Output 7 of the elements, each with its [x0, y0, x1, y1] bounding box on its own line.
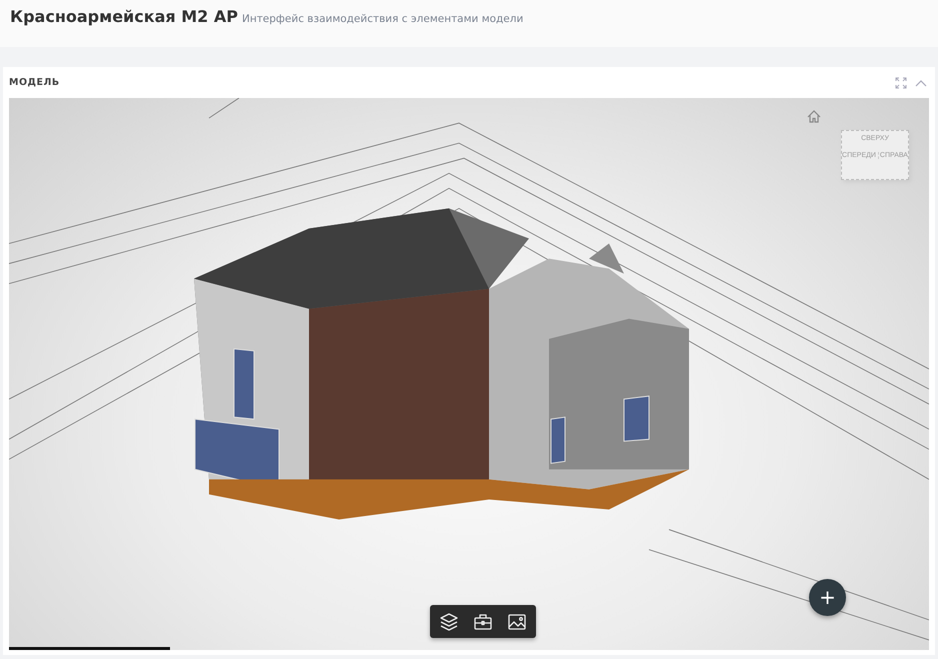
page-subtitle: Интерфейс взаимодействия с элементами модели — [242, 13, 524, 25]
image-icon — [507, 612, 527, 632]
panel-title: МОДЕЛЬ — [9, 77, 60, 88]
toolbox-icon — [473, 612, 493, 632]
layers-icon — [439, 612, 459, 632]
add-button[interactable]: + — [809, 579, 846, 616]
page-title: Красноармейская М2 АР — [10, 6, 238, 28]
